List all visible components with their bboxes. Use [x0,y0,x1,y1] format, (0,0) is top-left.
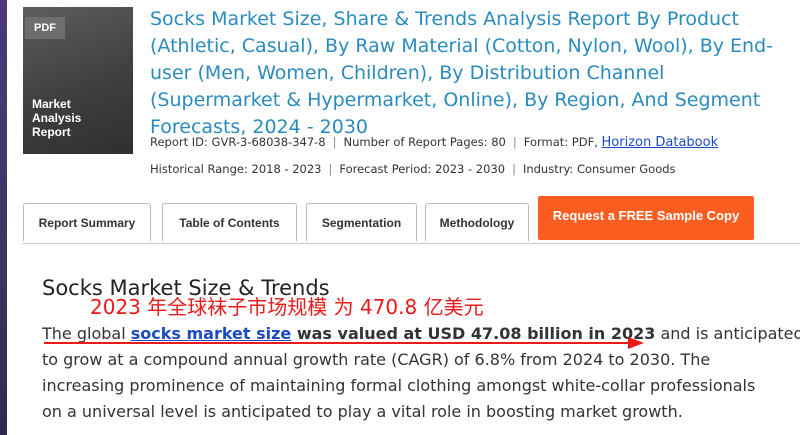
meta-separator: | [332,135,337,149]
report-id: Report ID: GVR-3-68038-347-8 [150,135,326,149]
meta-separator: | [512,135,517,149]
paragraph-line-4: on a universal level is anticipated to p… [42,402,683,421]
horizon-databook-link[interactable]: Horizon Databook [602,135,719,150]
cover-label-line-1: Market [32,97,71,111]
arrow-head [628,337,644,349]
paragraph-line-2: to grow at a compound annual growth rate… [42,350,711,369]
cover-label-line-2: Analysis [32,111,82,125]
historical-range: Historical Range: 2018 - 2023 [150,162,322,176]
report-pages: Number of Report Pages: 80 [343,135,506,149]
tab-table-of-contents[interactable]: Table of Contents [162,203,297,241]
tab-methodology[interactable]: Methodology [425,203,529,241]
red-annotation-text: 2023 年全球袜子市场规模 为 470.8 亿美元 [90,295,484,319]
tab-segmentation[interactable]: Segmentation [306,203,417,241]
report-format-label: Format: PDF, [523,135,598,149]
pdf-badge: PDF [25,17,65,39]
left-edge-strip [0,0,7,435]
tab-bar-divider [23,243,800,244]
cover-label-line-3: Report [32,125,71,139]
paragraph-line-3: increasing prominence of maintaining for… [42,376,756,395]
request-free-sample-button[interactable]: Request a FREE Sample Copy [538,196,754,240]
industry: Industry: Consumer Goods [522,162,676,176]
report-cover-thumbnail[interactable]: PDF Market Analysis Report [23,7,133,154]
meta-separator: | [328,162,333,176]
para-suffix: and is anticipated [655,324,800,343]
report-meta-row-1: Report ID: GVR-3-68038-347-8 | Number of R… [150,133,718,151]
report-meta-row-2: Historical Range: 2018 - 2023 | Forecast P… [150,160,676,178]
report-title: Socks Market Size, Share & Trends Analys… [150,8,774,138]
tab-report-summary[interactable]: Report Summary [23,203,151,241]
forecast-period: Forecast Period: 2023 - 2030 [339,162,506,176]
cover-label: Market Analysis Report [32,97,128,139]
red-arrow-annotation [44,337,644,349]
meta-separator: | [512,162,516,176]
